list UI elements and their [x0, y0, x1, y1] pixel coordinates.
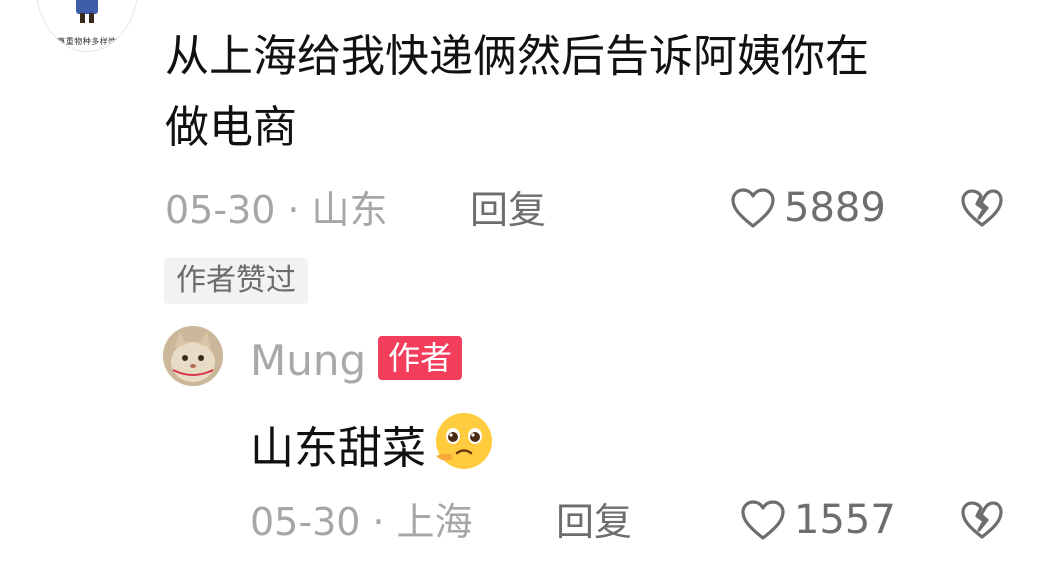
comment-date: 05-30 — [165, 188, 276, 232]
dislike-button[interactable] — [960, 188, 1004, 228]
heart-icon — [740, 499, 786, 541]
comment-meta: 05-30 · 山东 — [165, 188, 388, 232]
broken-heart-icon — [960, 500, 1004, 540]
like-count: 5889 — [784, 185, 886, 231]
pleading-face-emoji-icon — [428, 410, 500, 488]
cat-avatar-icon — [163, 326, 223, 386]
meta-separator: · — [372, 500, 385, 544]
meta-separator: · — [287, 188, 300, 232]
reply-location: 上海 — [396, 500, 473, 544]
avatar-figure-icon — [76, 0, 98, 23]
reply-username[interactable]: Mung — [250, 337, 366, 385]
reply-like-button[interactable]: 1557 — [740, 498, 896, 542]
reply-to-reply-button[interactable]: 回复 — [556, 500, 632, 544]
reply-avatar[interactable] — [163, 326, 223, 386]
comment-text-line-2: 做电商 — [165, 102, 297, 153]
reply-like-count: 1557 — [794, 497, 896, 543]
reply-text-row: 山东甜菜 — [250, 410, 500, 488]
like-button[interactable]: 5889 — [730, 186, 886, 230]
broken-heart-icon — [960, 188, 1004, 228]
reply-button[interactable]: 回复 — [470, 188, 546, 232]
comment-text-line-1: 从上海给我快递俩然后告诉阿姨你在 — [165, 31, 869, 82]
reply-text: 山东甜菜 — [250, 423, 426, 474]
avatar-caption: 尊重物种多样性 — [57, 37, 117, 46]
commenter-avatar[interactable]: 尊重物种多样性 — [35, 0, 139, 52]
comment-location: 山东 — [311, 188, 388, 232]
heart-icon — [730, 187, 776, 229]
reply-meta: 05-30 · 上海 — [250, 500, 473, 544]
author-badge: 作者 — [378, 336, 463, 380]
author-liked-tag: 作者赞过 — [164, 258, 308, 304]
reply-date: 05-30 — [250, 500, 361, 544]
reply-dislike-button[interactable] — [960, 500, 1004, 540]
